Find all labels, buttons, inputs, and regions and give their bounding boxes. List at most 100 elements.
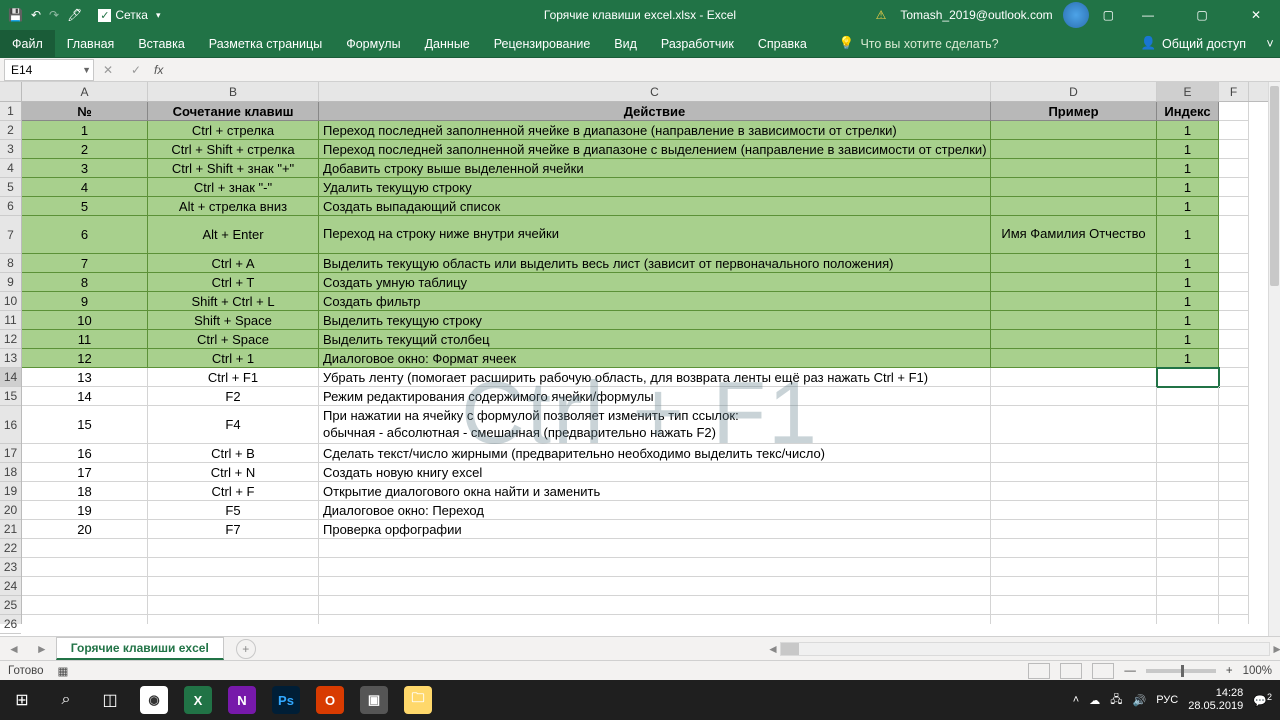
tab-help[interactable]: Справка xyxy=(746,30,819,57)
cell[interactable] xyxy=(1157,406,1219,444)
taskbar-app-photoshop[interactable]: Ps xyxy=(264,680,308,720)
cell[interactable]: 8 xyxy=(22,273,148,292)
cell[interactable] xyxy=(991,406,1157,444)
scroll-right-icon[interactable]: ► xyxy=(1271,642,1280,656)
cell[interactable] xyxy=(319,577,991,596)
cell[interactable] xyxy=(991,292,1157,311)
qat-more-icon[interactable]: ▾ xyxy=(156,10,161,21)
cell[interactable]: Ctrl + 1 xyxy=(148,349,319,368)
cell[interactable]: Открытие диалогового окна найти и замени… xyxy=(319,482,991,501)
row-header[interactable]: 7 xyxy=(0,216,21,254)
cell[interactable]: Сочетание клавиш xyxy=(148,102,319,121)
tray-notifications-icon[interactable]: 💬2 xyxy=(1253,692,1272,708)
cell[interactable] xyxy=(1219,273,1249,292)
cell[interactable]: Создать умную таблицу xyxy=(319,273,991,292)
column-header[interactable]: B xyxy=(148,82,319,101)
cell[interactable]: 10 xyxy=(22,311,148,330)
cell[interactable] xyxy=(1157,387,1219,406)
cell[interactable]: 18 xyxy=(22,482,148,501)
cell[interactable]: Ctrl + A xyxy=(148,254,319,273)
row-header[interactable]: 6 xyxy=(0,197,21,216)
cell[interactable] xyxy=(991,463,1157,482)
cell[interactable]: Ctrl + стрелка xyxy=(148,121,319,140)
row-header[interactable]: 11 xyxy=(0,311,21,330)
cell[interactable] xyxy=(319,615,991,624)
cell[interactable]: Shift + Space xyxy=(148,311,319,330)
redo-icon[interactable]: ↷ xyxy=(49,8,59,22)
tab-review[interactable]: Рецензирование xyxy=(482,30,603,57)
cell[interactable] xyxy=(22,577,148,596)
cell[interactable]: Ctrl + знак "-" xyxy=(148,178,319,197)
taskbar-app-rec[interactable]: ▣ xyxy=(352,680,396,720)
cell[interactable]: 4 xyxy=(22,178,148,197)
column-header[interactable]: D xyxy=(991,82,1157,101)
cell[interactable] xyxy=(1219,349,1249,368)
column-header[interactable]: E xyxy=(1157,82,1219,101)
cell[interactable]: 1 xyxy=(1157,330,1219,349)
sheet-nav-next-icon[interactable]: ► xyxy=(28,642,56,656)
cell[interactable]: Диалоговое окно: Формат ячеек xyxy=(319,349,991,368)
cell[interactable]: Выделить текущую область или выделить ве… xyxy=(319,254,991,273)
cell[interactable] xyxy=(22,615,148,624)
cell[interactable]: Действие xyxy=(319,102,991,121)
cell[interactable]: Ctrl + F xyxy=(148,482,319,501)
cell[interactable] xyxy=(1219,596,1249,615)
cell[interactable]: Пример xyxy=(991,102,1157,121)
cell[interactable] xyxy=(1157,444,1219,463)
cell[interactable] xyxy=(1219,311,1249,330)
cell[interactable] xyxy=(991,197,1157,216)
cell[interactable] xyxy=(1219,520,1249,539)
cell[interactable] xyxy=(991,311,1157,330)
cell[interactable]: Убрать ленту (помогает расширить рабочую… xyxy=(319,368,991,387)
cell[interactable]: 9 xyxy=(22,292,148,311)
fx-icon[interactable]: fx xyxy=(150,63,167,77)
cell[interactable]: 1 xyxy=(1157,121,1219,140)
zoom-level[interactable]: 100% xyxy=(1243,665,1272,677)
cell[interactable]: Добавить строку выше выделенной ячейки xyxy=(319,159,991,178)
cell[interactable]: Ctrl + B xyxy=(148,444,319,463)
cell[interactable] xyxy=(1157,596,1219,615)
cell[interactable]: Индекс xyxy=(1157,102,1219,121)
tab-home[interactable]: Главная xyxy=(55,30,127,57)
row-header[interactable]: 5 xyxy=(0,178,21,197)
cell[interactable] xyxy=(991,596,1157,615)
cell[interactable] xyxy=(1157,501,1219,520)
cell[interactable]: 13 xyxy=(22,368,148,387)
cell[interactable]: Ctrl + T xyxy=(148,273,319,292)
scrollbar-thumb[interactable] xyxy=(781,643,799,655)
tray-expand-icon[interactable]: ˄ xyxy=(1073,694,1079,706)
cell[interactable] xyxy=(991,444,1157,463)
cell[interactable] xyxy=(991,482,1157,501)
cell[interactable] xyxy=(991,159,1157,178)
cell[interactable]: 3 xyxy=(22,159,148,178)
cell[interactable] xyxy=(1219,615,1249,624)
row-header[interactable]: 25 xyxy=(0,596,21,615)
cell[interactable] xyxy=(1219,102,1249,121)
cell[interactable] xyxy=(1219,330,1249,349)
cell[interactable]: F7 xyxy=(148,520,319,539)
touch-mode-icon[interactable]: 🖊 xyxy=(67,8,82,22)
cell[interactable] xyxy=(1219,254,1249,273)
cell[interactable]: Выделить текущий столбец xyxy=(319,330,991,349)
cell[interactable]: 16 xyxy=(22,444,148,463)
row-header[interactable]: 2 xyxy=(0,121,21,140)
formula-input[interactable] xyxy=(167,59,1280,81)
horizontal-scrollbar[interactable]: ◄ ► xyxy=(780,642,1270,656)
cell[interactable] xyxy=(1219,558,1249,577)
cell[interactable] xyxy=(1219,463,1249,482)
tray-network-icon[interactable]: 🖧 xyxy=(1110,691,1122,710)
cell[interactable] xyxy=(1219,501,1249,520)
share-button[interactable]: 👤 Общий доступ xyxy=(1126,30,1260,57)
cell[interactable] xyxy=(1157,482,1219,501)
tray-clock[interactable]: 14:28 28.05.2019 xyxy=(1188,687,1243,712)
cell[interactable] xyxy=(1157,368,1219,387)
cell[interactable]: Режим редактирования содержимого ячейки/… xyxy=(319,387,991,406)
cell[interactable] xyxy=(148,558,319,577)
cell[interactable]: Ctrl + N xyxy=(148,463,319,482)
cell[interactable]: 17 xyxy=(22,463,148,482)
sheet-tab-active[interactable]: Горячие клавиши excel xyxy=(56,637,224,660)
tell-me-search[interactable]: 💡 Что вы хотите сделать? xyxy=(839,30,999,57)
taskbar-app-onenote[interactable]: N xyxy=(220,680,264,720)
select-all-corner[interactable] xyxy=(0,82,22,102)
start-button[interactable]: ⊞ xyxy=(0,680,44,720)
